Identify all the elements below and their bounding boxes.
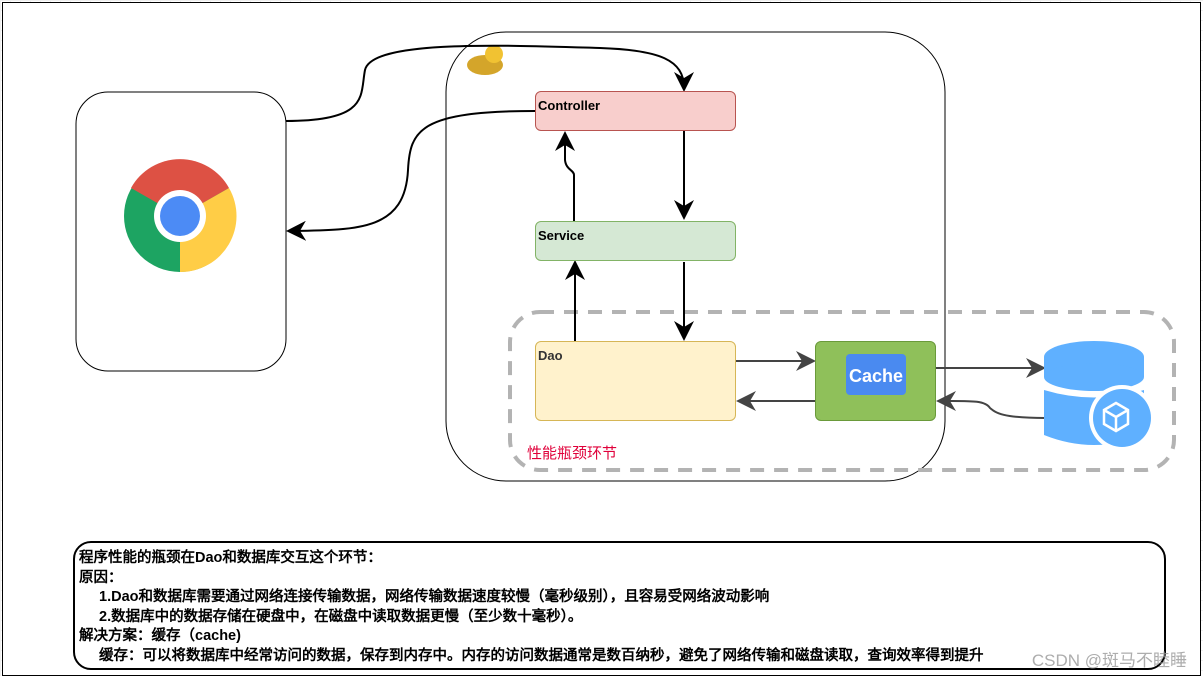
note-line: 解决方案：缓存（cache) — [79, 628, 241, 644]
watermark: CSDN @斑马不睦睡 — [1031, 651, 1187, 670]
note-line: 缓存：可以将数据库中经常访问的数据，保存到内存中。内存的访问数据通常是数百纳秒，… — [99, 647, 984, 664]
note-line: 2.数据库中的数据存储在硬盘中，在磁盘中读取数据更慢（至少数十毫秒）。 — [99, 608, 583, 625]
explanation-note: 程序性能的瓶颈在Dao和数据库交互这个环节： 原因： 1.Dao和数据库需要通过… — [73, 541, 1166, 670]
controller-node: Controller — [535, 91, 736, 131]
cache-node: Cache — [815, 341, 936, 421]
cache-folder-icon: Cache — [846, 354, 906, 395]
note-line: 程序性能的瓶颈在Dao和数据库交互这个环节： — [79, 550, 382, 566]
service-node: Service — [535, 221, 736, 261]
dao-node: Dao — [535, 341, 736, 421]
database-icon — [1044, 341, 1155, 451]
note-line: 1.Dao和数据库需要通过网络连接传输数据，网络传输数据速度较慢（毫秒级别），且… — [99, 589, 770, 605]
bottleneck-label: 性能瓶颈环节 — [527, 445, 618, 462]
chrome-icon — [124, 159, 237, 273]
note-line: 原因： — [79, 569, 123, 586]
